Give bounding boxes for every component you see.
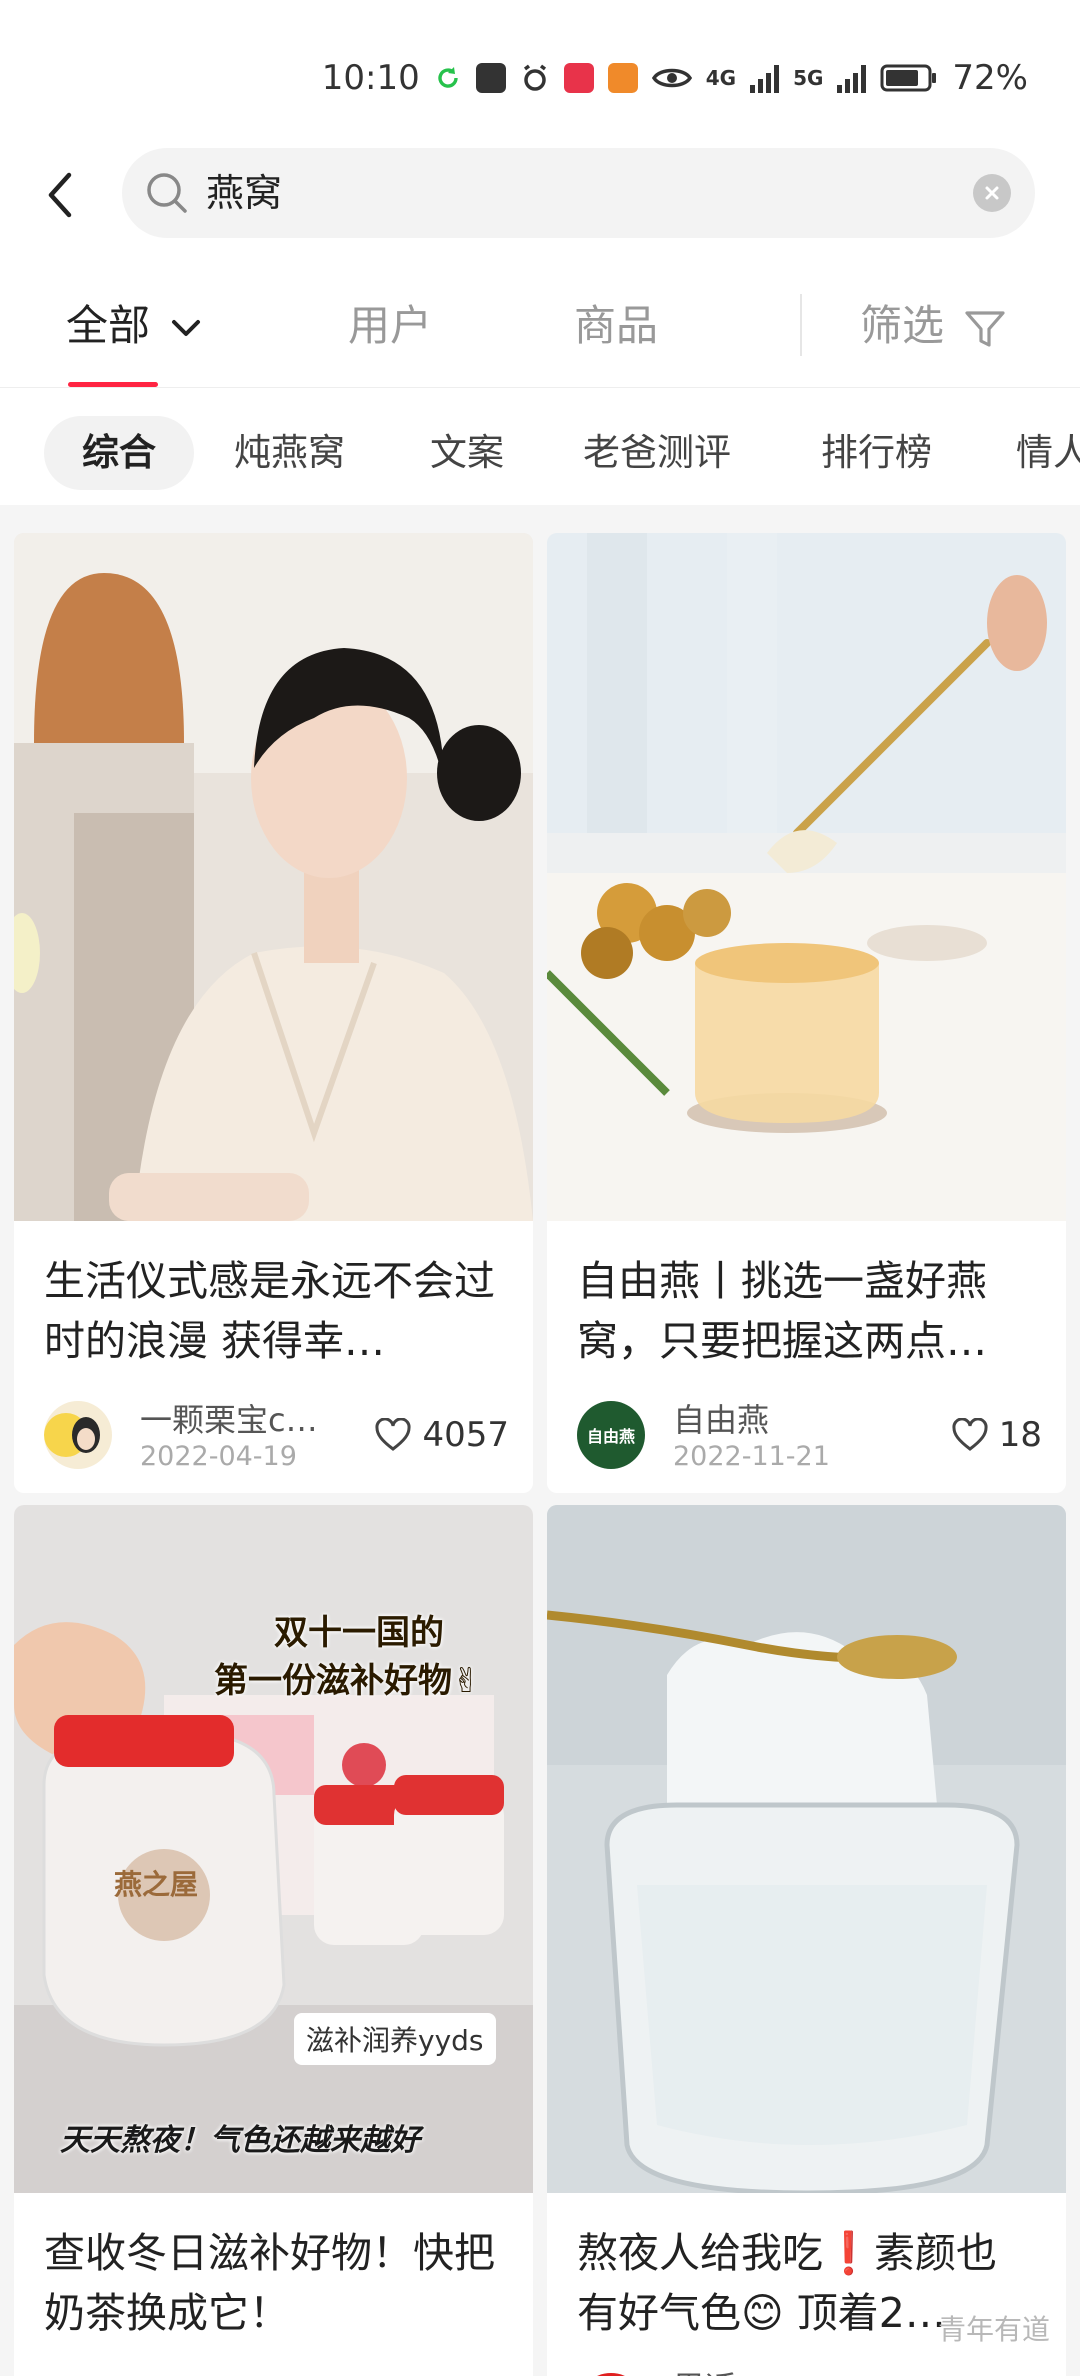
sub-tabs: 综合 炖燕窝 文案 老爸测评 排行榜 情人 (0, 412, 1080, 492)
search-header: 燕窝 (0, 140, 1080, 250)
note-card[interactable]: 生活仪式感是永远不会过时的浪漫 获得幸… 一颗栗宝c… 2022-04-19 4… (14, 533, 533, 1493)
status-time: 10:10 (321, 58, 420, 98)
back-button[interactable] (30, 165, 90, 225)
note-card[interactable]: 熬夜人给我吃❗素颜也有好气色😊 顶着2… 思适 (547, 1505, 1066, 2376)
heart-icon (375, 1418, 411, 1451)
filter-icon (965, 310, 1005, 347)
post-date: 2022-04-19 (140, 1441, 297, 1472)
post-date: 2022-11-21 (673, 1441, 830, 1472)
like-button[interactable]: 4057 (374, 1415, 509, 1455)
search-input[interactable]: 燕窝 (122, 148, 1035, 238)
battery-icon (880, 64, 937, 92)
note-card[interactable]: 自由燕丨挑选一盏好燕窝，只要把握这两点… 自由燕 自由燕 2022-11-21 … (547, 533, 1066, 1493)
like-button[interactable]: 18 (951, 1415, 1042, 1455)
status-icons: 10:10 4G 5G 72% (322, 56, 1028, 100)
active-tab-indicator (68, 382, 158, 387)
avatar-logo-text: 自由燕 (586, 1427, 635, 1446)
chip-overall[interactable]: 综合 (44, 416, 194, 490)
eye-icon (651, 68, 692, 88)
tab-users[interactable]: 用户 (348, 298, 432, 354)
alarm-icon (523, 64, 546, 91)
watermark: 青年有道 (937, 2313, 1050, 2346)
tab-all-label: 全部 (66, 301, 151, 350)
author-name[interactable]: 一颗栗宝c… (140, 1395, 318, 1441)
clear-icon (985, 186, 999, 200)
signal-icon-2 (837, 63, 867, 93)
filter-label: 筛选 (860, 301, 945, 350)
sync-icon (438, 67, 458, 88)
chip-copywriting[interactable]: 文案 (430, 416, 504, 490)
note-title: 生活仪式感是永远不会过时的浪漫 获得幸… (44, 1257, 495, 1365)
note-image (547, 533, 1066, 1221)
status-bar: 10:10 4G 5G 72% (0, 0, 1080, 140)
author-avatar[interactable] (44, 1401, 112, 1469)
heart-app-icon (563, 63, 594, 93)
network-label-2: 5G (793, 66, 824, 90)
note-image (547, 1505, 1066, 2193)
image-sticker-line2: 第一份滋补好物✌ (214, 1661, 481, 1701)
like-count: 18 (998, 1415, 1042, 1455)
image-sticker-line1: 双十一国的 (274, 1613, 444, 1653)
jar-label: 燕之屋 (114, 1868, 199, 1901)
tab-products[interactable]: 商品 (574, 298, 658, 354)
search-query: 燕窝 (206, 171, 283, 215)
main-tabs: 全部 用户 商品 筛选 (0, 270, 1080, 388)
author-name[interactable]: 思适 (673, 2363, 737, 2376)
note-title: 查收冬日滋补好物！快把奶茶换成它！ (44, 2229, 495, 2337)
chip-ranking[interactable]: 排行榜 (821, 416, 932, 490)
like-count: 4057 (422, 1415, 509, 1455)
image-tag: 滋补润养yyds (294, 2013, 496, 2065)
chevron-down-icon (172, 320, 201, 336)
chip-review[interactable]: 老爸测评 (583, 416, 731, 490)
note-card[interactable]: 双十一国的 第一份滋补好物✌ 燕之屋 滋补润养yyds 天天熬夜！气色还越来越好… (14, 1505, 533, 2376)
filter-button[interactable]: 筛选 (860, 298, 1007, 354)
tab-all[interactable]: 全部 (66, 298, 203, 354)
heart-icon (952, 1418, 988, 1451)
note-image (14, 533, 533, 1221)
network-label-1: 4G (705, 66, 737, 90)
app-notification-icon (475, 63, 506, 93)
tab-users-label: 用户 (348, 301, 433, 350)
author-name[interactable]: 自由燕 (673, 1395, 769, 1441)
chip-valentine[interactable]: 情人 (1016, 416, 1080, 490)
author-avatar[interactable]: 自由燕 (577, 1401, 645, 1469)
search-icon (147, 173, 187, 213)
chip-stewed[interactable]: 炖燕窝 (234, 416, 345, 490)
avatar-image (44, 1401, 112, 1469)
tab-divider (800, 294, 802, 356)
image-caption: 天天熬夜！气色还越来越好 (60, 2123, 420, 2158)
signal-icon-1 (750, 63, 780, 93)
battery-percent: 72% (952, 58, 1028, 98)
back-arrow-icon (48, 172, 72, 218)
tab-products-label: 商品 (574, 301, 659, 350)
clear-search-button[interactable] (973, 174, 1011, 212)
feed: 生活仪式感是永远不会过时的浪漫 获得幸… 一颗栗宝c… 2022-04-19 4… (0, 505, 1080, 2376)
note-title: 自由燕丨挑选一盏好燕窝，只要把握这两点… (577, 1257, 987, 1365)
game-app-icon (607, 63, 638, 93)
